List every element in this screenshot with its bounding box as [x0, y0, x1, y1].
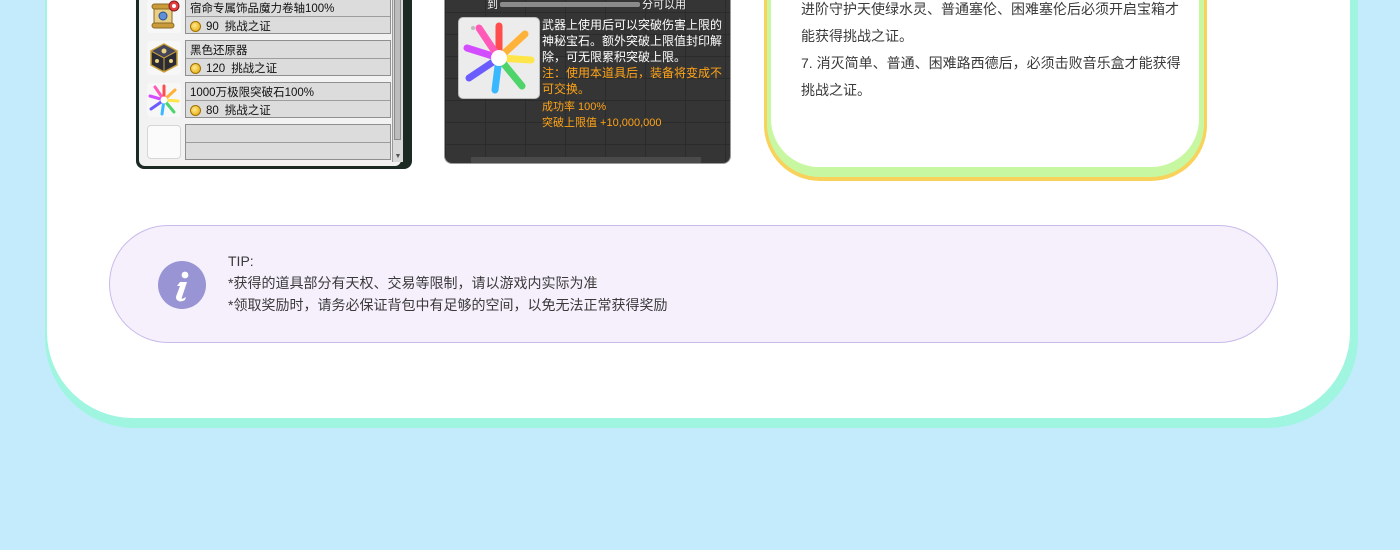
rainbow-stone-icon	[463, 22, 535, 94]
shop-item-price: 80 挑战之证	[190, 102, 271, 118]
divider	[186, 58, 390, 59]
tooltip-success-rate: 成功率 100%	[542, 101, 607, 113]
price-currency: 挑战之证	[224, 105, 271, 117]
shop-item-name: 1000万极限突破石100%	[190, 87, 314, 99]
price-value: 90	[206, 21, 219, 33]
tooltip-expiry-start: 到	[487, 0, 498, 11]
shop-item[interactable]: 黑色还原器 120 挑战之证	[145, 40, 391, 77]
shop-item-empty[interactable]	[145, 124, 391, 161]
tip-title: TIP:	[228, 253, 254, 269]
divider	[186, 100, 390, 101]
black-cube-icon	[147, 41, 181, 75]
price-currency: 挑战之证	[224, 21, 271, 33]
shop-list: 宿命专属饰品魔力卷轴100% 90 挑战之证 黑色还原器 120 挑战之证 10…	[139, 0, 401, 166]
tooltip-description: 武器上使用后可以突破伤害上限的神秘宝石。额外突破上限值封印解除，可无限累积突破上…	[542, 18, 723, 64]
divider	[186, 16, 390, 17]
coin-icon	[190, 21, 201, 32]
shop-scrollbar[interactable]: ▼	[392, 0, 403, 162]
rainbow-stone-icon	[147, 83, 181, 117]
empty-slot	[147, 125, 181, 159]
tooltip-expiry: 到 分可以用	[487, 0, 686, 12]
shop-item[interactable]: 宿命专属饰品魔力卷轴100% 90 挑战之证	[145, 0, 391, 35]
rules-card-border: 进阶守护天使绿水灵、普通塞伦、困难塞伦后必须开启宝箱才能获得挑战之证。 7. 消…	[767, 0, 1204, 177]
price-value: 120	[206, 63, 226, 75]
coin-icon	[190, 63, 201, 74]
rules-card: 进阶守护天使绿水灵、普通塞伦、困难塞伦后必须开启宝箱才能获得挑战之证。 7. 消…	[764, 0, 1207, 181]
price-currency: 挑战之证	[231, 63, 278, 75]
shop-item-info: 宿命专属饰品魔力卷轴100% 90 挑战之证	[185, 0, 391, 34]
tooltip-expiry-end: 分可以用	[642, 0, 686, 11]
shop-item-info: 黑色还原器 120 挑战之证	[185, 40, 391, 76]
shop-list-panel: 宿命专属饰品魔力卷轴100% 90 挑战之证 黑色还原器 120 挑战之证 10…	[136, 0, 412, 169]
rule-line: 7. 消灭简单、普通、困难路西德后，必须击败音乐盒才能获得挑战之证。	[801, 55, 1181, 98]
shop-item-info	[185, 124, 391, 160]
shop-item-name: 黑色还原器	[190, 45, 248, 57]
tip-box: TIP: *获得的道具部分有天权、交易等限制，请以游戏内实际为准 *领取奖励时，…	[109, 225, 1278, 343]
scroll-down-icon[interactable]: ▼	[393, 152, 403, 162]
rule-line: 进阶守护天使绿水灵、普通塞伦、困难塞伦后必须开启宝箱才能获得挑战之证。	[801, 1, 1179, 44]
scroll-icon	[147, 0, 181, 33]
tip-line: *获得的道具部分有天权、交易等限制，请以游戏内实际为准	[228, 275, 598, 291]
tooltip-bottom-bar	[471, 157, 701, 163]
tip-text: TIP: *获得的道具部分有天权、交易等限制，请以游戏内实际为准 *领取奖励时，…	[228, 250, 667, 316]
coin-icon	[190, 105, 201, 116]
tooltip-warning: 注：使用本道具后，装备将变成不可交换。	[542, 66, 723, 96]
price-value: 80	[206, 105, 219, 117]
divider	[186, 142, 390, 143]
shop-item[interactable]: 1000万极限突破石100% 80 挑战之证	[145, 82, 391, 119]
item-tooltip: 到 分可以用 武器上使用后可以突破伤害上限的神秘宝石。额外突破上限值封印解除，可无…	[444, 0, 731, 164]
rules-text: 进阶守护天使绿水灵、普通塞伦、困难塞伦后必须开启宝箱才能获得挑战之证。 7. 消…	[801, 0, 1181, 104]
shop-item-price: 90 挑战之证	[190, 18, 271, 34]
rules-card-inner: 进阶守护天使绿水灵、普通塞伦、困难塞伦后必须开启宝箱才能获得挑战之证。 7. 消…	[771, 0, 1199, 167]
redacted-bar	[500, 2, 640, 7]
scrollbar-thumb[interactable]	[394, 0, 401, 140]
shop-item-price: 120 挑战之证	[190, 60, 277, 76]
tooltip-item-image	[458, 17, 540, 99]
info-icon	[158, 261, 206, 309]
tip-line: *领取奖励时，请务必保证背包中有足够的空间，以免无法正常获得奖励	[228, 297, 668, 313]
tooltip-breakthrough: 突破上限值 +10,000,000	[542, 117, 662, 129]
shop-item-name: 宿命专属饰品魔力卷轴100%	[190, 3, 335, 15]
shop-item-info: 1000万极限突破石100% 80 挑战之证	[185, 82, 391, 118]
